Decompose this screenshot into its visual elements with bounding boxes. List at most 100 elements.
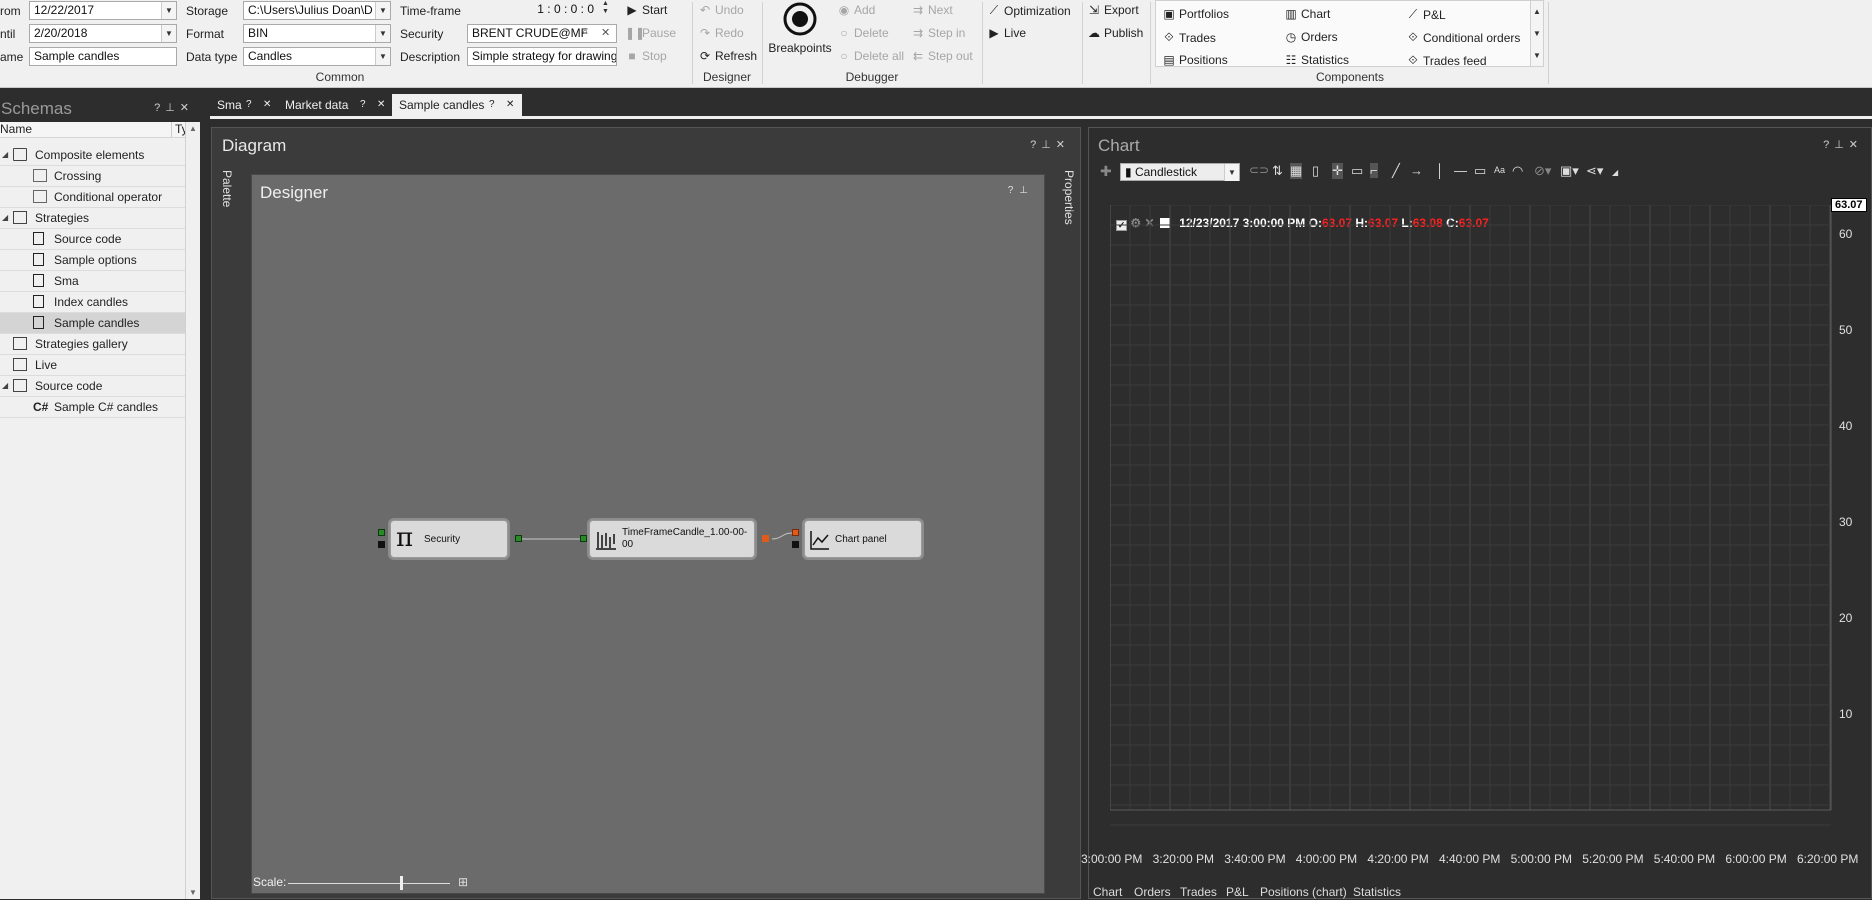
chart-type-select[interactable]: ▮ Candlestick ▼ bbox=[1120, 163, 1240, 181]
clear-icon[interactable]: ✕ bbox=[601, 26, 610, 39]
chevron-down-icon[interactable]: ▼ bbox=[375, 25, 390, 42]
arrow-icon[interactable]: → bbox=[1410, 163, 1423, 178]
search-icon[interactable]: ⌕ bbox=[582, 26, 588, 39]
start-button[interactable]: ▶ Start bbox=[625, 3, 667, 17]
tree-scrollbar[interactable]: ▲ ▼ bbox=[185, 122, 200, 899]
storage-input[interactable]: C:\Users\Julius Doan\D ▼ bbox=[243, 1, 391, 20]
gallery-scroll[interactable]: ▲ ▼ ▼ bbox=[1530, 0, 1544, 67]
collapse-icon[interactable]: ◢ bbox=[2, 376, 8, 396]
breakpoints-button[interactable]: Breakpoints bbox=[767, 2, 833, 60]
trades-component[interactable]: ⟐ Trades bbox=[1162, 30, 1216, 45]
resize-corner-icon[interactable]: ◢ bbox=[1612, 168, 1618, 177]
tree-item-sample-csharp-candles[interactable]: C# Sample C# candles bbox=[0, 397, 186, 418]
tree-item-sample-candles[interactable]: Sample candles bbox=[0, 313, 186, 334]
page-icon[interactable]: ▯ bbox=[1312, 163, 1319, 179]
bottom-tab-statistics[interactable]: Statistics bbox=[1353, 885, 1401, 899]
designer-canvas[interactable]: Designer ?⊥ π Security TimeFrameCandle_1… bbox=[251, 174, 1045, 894]
refresh-button[interactable]: ⟳ Refresh bbox=[698, 49, 757, 63]
delete-all-button[interactable]: ○ Delete all bbox=[837, 49, 904, 63]
chart-plot-area[interactable] bbox=[1110, 205, 1854, 855]
help-icon[interactable]: ? bbox=[489, 94, 495, 116]
input-port[interactable] bbox=[378, 529, 385, 536]
draw-line-icon[interactable]: ╱ bbox=[1392, 163, 1400, 179]
tree-item-crossing[interactable]: Crossing bbox=[0, 166, 186, 187]
from-date-input[interactable]: 12/22/2017 ▼ bbox=[29, 1, 177, 20]
optimization-button[interactable]: ⟋ Optimization bbox=[987, 3, 1071, 18]
redo-button[interactable]: ↷ Redo bbox=[698, 26, 744, 40]
help-icon[interactable]: ? bbox=[246, 94, 252, 116]
live-button[interactable]: ▶ Live bbox=[987, 26, 1026, 40]
pnl-component[interactable]: ⟋ P&L bbox=[1406, 7, 1446, 22]
portfolios-component[interactable]: ▣ Portfolios bbox=[1162, 7, 1229, 21]
security-input[interactable]: BRENT CRUDE@MF bbox=[467, 24, 617, 43]
publish-button[interactable]: ☁ Publish bbox=[1087, 26, 1143, 40]
tree-item-index-candles[interactable]: Index candles bbox=[0, 292, 186, 313]
bottom-tab-orders[interactable]: Orders bbox=[1134, 885, 1171, 899]
delete-breakpoint-button[interactable]: ○ Delete bbox=[837, 26, 888, 40]
description-input[interactable]: Simple strategy for drawing bbox=[467, 47, 617, 66]
until-date-input[interactable]: 2/20/2018 ▼ bbox=[29, 24, 177, 43]
tree-folder-source-code[interactable]: ◢ Source code bbox=[0, 376, 186, 397]
close-icon[interactable]: ✕ bbox=[180, 102, 194, 114]
step-out-button[interactable]: ⇇ Step out bbox=[911, 49, 973, 63]
chevron-down-icon[interactable]: ▼ bbox=[375, 48, 390, 65]
close-icon[interactable]: ✕ bbox=[506, 94, 514, 116]
chevron-down-icon[interactable]: ▼ bbox=[161, 25, 176, 42]
trades-feed-component[interactable]: ⟐ Trades feed bbox=[1406, 53, 1486, 68]
add-breakpoint-button[interactable]: ◉ Add bbox=[837, 3, 876, 17]
output-port[interactable] bbox=[762, 535, 769, 542]
fit-icon[interactable]: ⊞ bbox=[458, 875, 468, 889]
grid-icon[interactable]: ▦ bbox=[1290, 163, 1303, 179]
tree-folder-live[interactable]: Live bbox=[0, 355, 186, 376]
scale-slider[interactable] bbox=[288, 883, 450, 884]
tree-item-sample-options[interactable]: Sample options bbox=[0, 250, 186, 271]
close-icon[interactable]: ✕ bbox=[1056, 139, 1070, 151]
input-port[interactable] bbox=[378, 541, 385, 548]
share-icon[interactable]: ⋖▾ bbox=[1586, 163, 1603, 179]
help-icon[interactable]: ? bbox=[1823, 139, 1834, 151]
crosshair-icon[interactable]: ✛ bbox=[1332, 163, 1343, 179]
chart-panel-node[interactable]: Chart panel bbox=[804, 520, 922, 558]
tree-folder-strategies[interactable]: ◢ Strategies bbox=[0, 208, 186, 229]
datatype-select[interactable]: Candles ▼ bbox=[243, 47, 391, 66]
tab-sma[interactable]: Sma ? ✕ bbox=[210, 94, 278, 116]
tree-item-source-code[interactable]: Source code bbox=[0, 229, 186, 250]
palette-side-tab[interactable]: Palette bbox=[220, 170, 234, 207]
gauge-icon[interactable]: ◠ bbox=[1512, 163, 1523, 179]
style-icon[interactable]: ⊘▾ bbox=[1534, 163, 1551, 179]
next-button[interactable]: ⇉ Next bbox=[911, 3, 953, 17]
sort-icon[interactable]: ⇅ bbox=[1272, 163, 1283, 179]
scale-slider-thumb[interactable] bbox=[400, 876, 404, 890]
conditional-orders-component[interactable]: ⟐ Conditional orders bbox=[1406, 30, 1520, 45]
add-area-icon[interactable]: ✚ bbox=[1100, 163, 1112, 180]
bottom-tab-positions-chart[interactable]: Positions (chart) bbox=[1260, 885, 1347, 899]
pin-icon[interactable]: ⊥ bbox=[1041, 139, 1056, 151]
properties-side-tab[interactable]: Properties bbox=[1062, 170, 1076, 225]
timeframe-spinner-icon[interactable]: ▲ ▼ bbox=[602, 0, 609, 16]
chevron-down-icon[interactable]: ▼ bbox=[1224, 164, 1239, 181]
undo-button[interactable]: ↶ Undo bbox=[698, 3, 744, 17]
pin-icon[interactable]: ⊥ bbox=[165, 102, 180, 114]
pin-icon[interactable]: ⊥ bbox=[1834, 139, 1849, 151]
ruler-icon[interactable]: ⌐ bbox=[1370, 163, 1378, 178]
output-port[interactable] bbox=[515, 535, 522, 542]
pause-button[interactable]: ❚❚ Pause bbox=[625, 26, 676, 40]
tab-market-data[interactable]: Market data? ✕ bbox=[278, 94, 391, 116]
close-icon[interactable]: ✕ bbox=[1849, 139, 1863, 151]
collapse-icon[interactable]: ◢ bbox=[2, 208, 8, 228]
step-in-button[interactable]: ⇉ Step in bbox=[911, 26, 965, 40]
close-icon[interactable]: ✕ bbox=[377, 94, 385, 116]
tree-folder-composite-elements[interactable]: ◢ Composite elements bbox=[0, 145, 186, 166]
text-icon[interactable]: Aa bbox=[1494, 165, 1505, 175]
help-icon[interactable]: ? bbox=[1030, 139, 1041, 151]
format-select[interactable]: BIN ▼ bbox=[243, 24, 391, 43]
tab-sample-candles[interactable]: Sample candles? ✕ bbox=[392, 94, 522, 116]
comment-icon[interactable]: ▭ bbox=[1351, 163, 1363, 179]
save-icon[interactable]: ▣▾ bbox=[1560, 163, 1579, 179]
positions-component[interactable]: ▤ Positions bbox=[1162, 53, 1227, 67]
chevron-down-icon[interactable]: ▼ bbox=[161, 2, 176, 19]
statistics-component[interactable]: ☷ Statistics bbox=[1284, 53, 1349, 67]
timeframe-candle-node[interactable]: TimeFrameCandle_1.00-00-00 bbox=[589, 520, 755, 558]
rectangle-icon[interactable]: ▭ bbox=[1474, 163, 1486, 179]
close-icon[interactable]: ✕ bbox=[263, 94, 271, 116]
